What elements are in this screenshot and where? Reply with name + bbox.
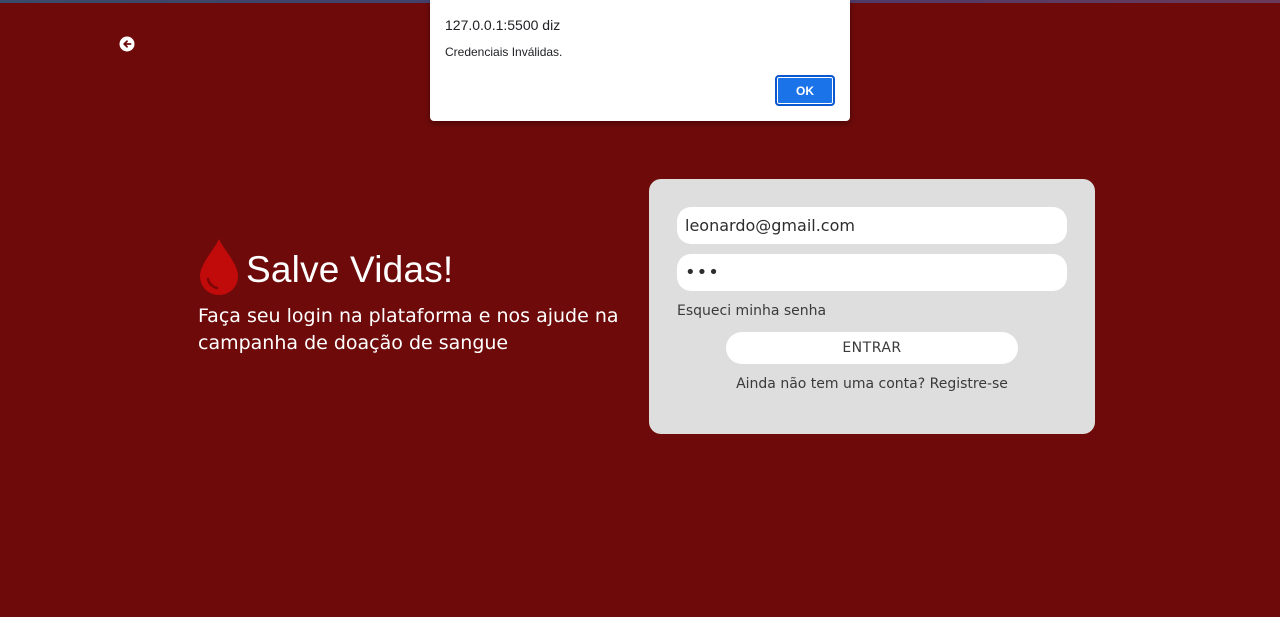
hero-title: Salve Vidas!: [246, 249, 454, 290]
hero-section: Salve Vidas! Faça seu login na plataform…: [198, 238, 628, 357]
password-field[interactable]: [677, 254, 1067, 291]
email-field[interactable]: [677, 207, 1067, 244]
blood-drop-icon: [198, 238, 240, 296]
alert-origin: 127.0.0.1:5500 diz: [445, 17, 561, 33]
register-link[interactable]: Registre-se: [930, 376, 1008, 392]
login-button[interactable]: ENTRAR: [726, 332, 1018, 364]
alert-dialog: 127.0.0.1:5500 diz Credenciais Inválidas…: [430, 0, 850, 121]
hero-description: Faça seu login na plataforma e nos ajude…: [198, 305, 619, 354]
forgot-password-link[interactable]: Esqueci minha senha: [677, 303, 826, 319]
back-arrow-icon[interactable]: [119, 36, 135, 52]
alert-message: Credenciais Inválidas.: [445, 45, 563, 59]
hero-title-row: Salve Vidas!: [198, 238, 628, 296]
register-prompt-text: Ainda não tem uma conta?: [736, 376, 926, 392]
register-prompt: Ainda não tem uma conta? Registre-se: [649, 376, 1095, 392]
alert-ok-button[interactable]: OK: [775, 75, 835, 106]
login-card: Esqueci minha senha ENTRAR Ainda não tem…: [649, 179, 1095, 434]
